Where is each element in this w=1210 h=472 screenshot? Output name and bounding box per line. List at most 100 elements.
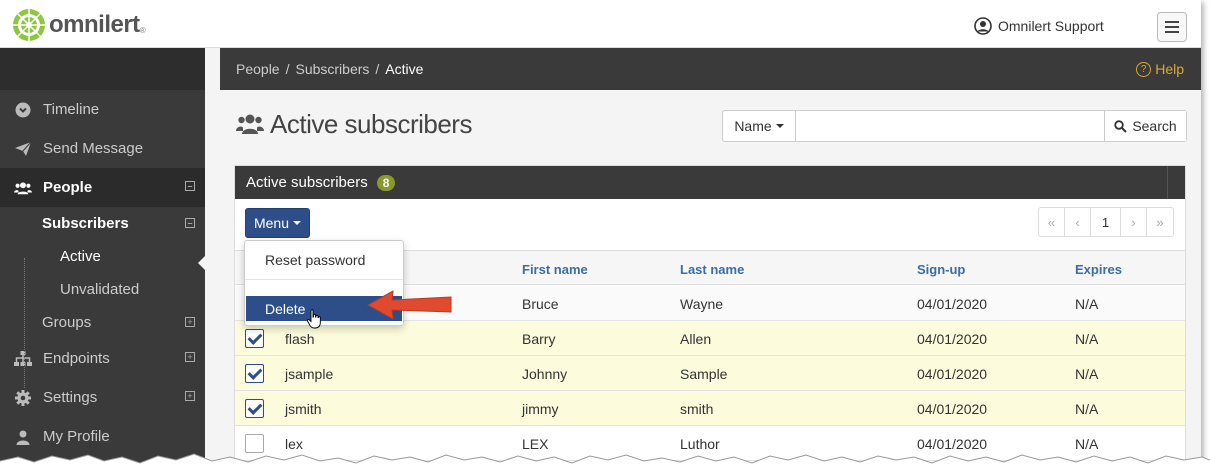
search-icon — [1114, 119, 1128, 133]
menu-item-reset-password[interactable]: Reset password — [245, 247, 403, 273]
active-indicator — [198, 256, 205, 270]
sidebar-item-groups[interactable]: Groups + — [0, 306, 205, 339]
sidebar-item-people[interactable]: People – — [0, 168, 205, 207]
table-row[interactable]: flash Barry Allen 04/01/2020 N/A — [235, 321, 1185, 356]
help-link[interactable]: ? Help — [1136, 61, 1184, 77]
sitemap-icon — [14, 350, 32, 368]
cell-expires: N/A — [1075, 331, 1099, 347]
search-button-label: Search — [1132, 118, 1177, 134]
registered-mark: ® — [139, 25, 146, 35]
panel-title: Active subscribers — [246, 174, 368, 191]
breadcrumb-link-people[interactable]: People — [236, 61, 280, 77]
breadcrumb: People / Subscribers / Active ? Help — [220, 48, 1201, 90]
search-button[interactable]: Search — [1104, 111, 1186, 141]
first-page-button[interactable]: « — [1039, 208, 1065, 236]
row-checkbox[interactable] — [245, 329, 264, 348]
next-page-button[interactable]: › — [1121, 208, 1147, 236]
users-icon — [14, 179, 32, 197]
panel-header: Active subscribers 8 — [235, 166, 1185, 199]
cell-expires: N/A — [1075, 401, 1099, 417]
hamburger-bar — [1165, 26, 1179, 28]
last-page-button[interactable]: » — [1147, 208, 1173, 236]
logo-mark-icon — [13, 9, 45, 41]
callout-arrow-icon — [366, 290, 452, 320]
breadcrumb-current: Active — [385, 61, 424, 77]
cell-username: flash — [285, 331, 315, 347]
user-circle-icon — [974, 17, 992, 35]
sidebar-item-label: Endpoints — [43, 350, 110, 367]
column-header-first-name[interactable]: First name — [522, 262, 588, 277]
expand-toggle-icon[interactable]: + — [185, 317, 195, 327]
users-icon — [236, 114, 264, 134]
breadcrumb-separator: / — [285, 61, 290, 77]
sidebar-item-active[interactable]: Active — [0, 240, 205, 273]
cell-last-name: Allen — [680, 331, 712, 347]
breadcrumb-separator: / — [375, 61, 380, 77]
search-bar: Name Search — [722, 110, 1187, 142]
column-header-sign-up[interactable]: Sign-up — [917, 262, 965, 277]
omnilert-logo[interactable]: omnilert ® — [12, 8, 146, 42]
top-bar: omnilert ® Omnilert Support — [0, 0, 1201, 48]
timeline-icon — [14, 101, 32, 119]
table-row[interactable]: jsmith jimmy smith 04/01/2020 N/A — [235, 391, 1185, 426]
sidebar: Timeline Send Message People – Subscribe… — [0, 48, 205, 472]
expand-toggle-icon[interactable]: + — [185, 352, 195, 362]
gear-icon — [14, 389, 32, 407]
cell-sign-up: 04/01/2020 — [917, 331, 988, 347]
sidebar-item-endpoints[interactable]: Endpoints + — [0, 339, 205, 378]
caret-down-icon — [775, 124, 784, 128]
prev-page-button[interactable]: ‹ — [1065, 208, 1091, 236]
cell-sign-up: 04/01/2020 — [917, 401, 988, 417]
help-label: Help — [1155, 61, 1184, 77]
cell-first-name: jimmy — [522, 401, 559, 417]
collapse-toggle-icon[interactable]: – — [185, 181, 195, 191]
cell-first-name: Barry — [522, 331, 556, 347]
search-field-label: Name — [734, 118, 772, 134]
logo-wordmark: omnilert — [49, 11, 140, 38]
menu-button-label: Menu — [253, 215, 290, 231]
cell-username: jsmith — [285, 401, 322, 417]
cell-first-name: Johnny — [522, 366, 568, 382]
sidebar-item-send-message[interactable]: Send Message — [0, 129, 205, 168]
page-title: Active subscribers — [270, 109, 472, 139]
sidebar-item-unvalidated[interactable]: Unvalidated — [0, 273, 205, 306]
collapse-toggle-icon[interactable]: – — [185, 218, 195, 228]
hamburger-menu-button[interactable] — [1157, 12, 1187, 42]
sidebar-item-label: Timeline — [43, 101, 100, 118]
sidebar-item-label: My Profile — [43, 428, 110, 445]
cell-sign-up: 04/01/2020 — [917, 296, 988, 312]
sidebar-item-settings[interactable]: Settings + — [0, 378, 205, 417]
search-input[interactable] — [796, 111, 1104, 141]
torn-edge-decoration — [0, 453, 1210, 472]
column-header-last-name[interactable]: Last name — [680, 262, 744, 277]
cell-last-name: Sample — [680, 366, 728, 382]
sidebar-item-timeline[interactable]: Timeline — [0, 90, 205, 129]
paper-plane-icon — [14, 140, 32, 158]
row-checkbox[interactable] — [245, 364, 264, 383]
hand-cursor-icon — [306, 309, 321, 329]
cell-first-name: Bruce — [522, 296, 559, 312]
sidebar-header — [0, 48, 205, 90]
menu-button[interactable]: Menu — [245, 208, 310, 238]
sidebar-item-label: Subscribers — [42, 215, 129, 232]
cell-sign-up: 04/01/2020 — [917, 366, 988, 382]
page-number[interactable]: 1 — [1091, 208, 1121, 236]
sidebar-item-label: Groups — [42, 314, 92, 331]
breadcrumb-link-subscribers[interactable]: Subscribers — [295, 61, 369, 77]
menu-divider — [245, 279, 403, 280]
user-icon — [14, 428, 32, 446]
row-checkbox[interactable] — [245, 399, 264, 418]
search-field-dropdown[interactable]: Name — [723, 111, 796, 141]
table-row[interactable]: jsample Johnny Sample 04/01/2020 N/A — [235, 356, 1185, 391]
cell-expires: N/A — [1075, 366, 1099, 382]
expand-toggle-icon[interactable]: + — [185, 391, 195, 401]
count-badge: 8 — [376, 174, 396, 191]
sidebar-item-label: Active — [60, 248, 101, 265]
sidebar-item-label: People — [43, 179, 93, 196]
user-menu[interactable]: Omnilert Support — [974, 17, 1104, 35]
sidebar-item-subscribers[interactable]: Subscribers – — [0, 207, 205, 240]
hamburger-bar — [1165, 31, 1179, 33]
sidebar-item-label: Unvalidated — [60, 281, 140, 298]
column-header-expires[interactable]: Expires — [1075, 262, 1122, 277]
user-name: Omnilert Support — [998, 18, 1104, 34]
